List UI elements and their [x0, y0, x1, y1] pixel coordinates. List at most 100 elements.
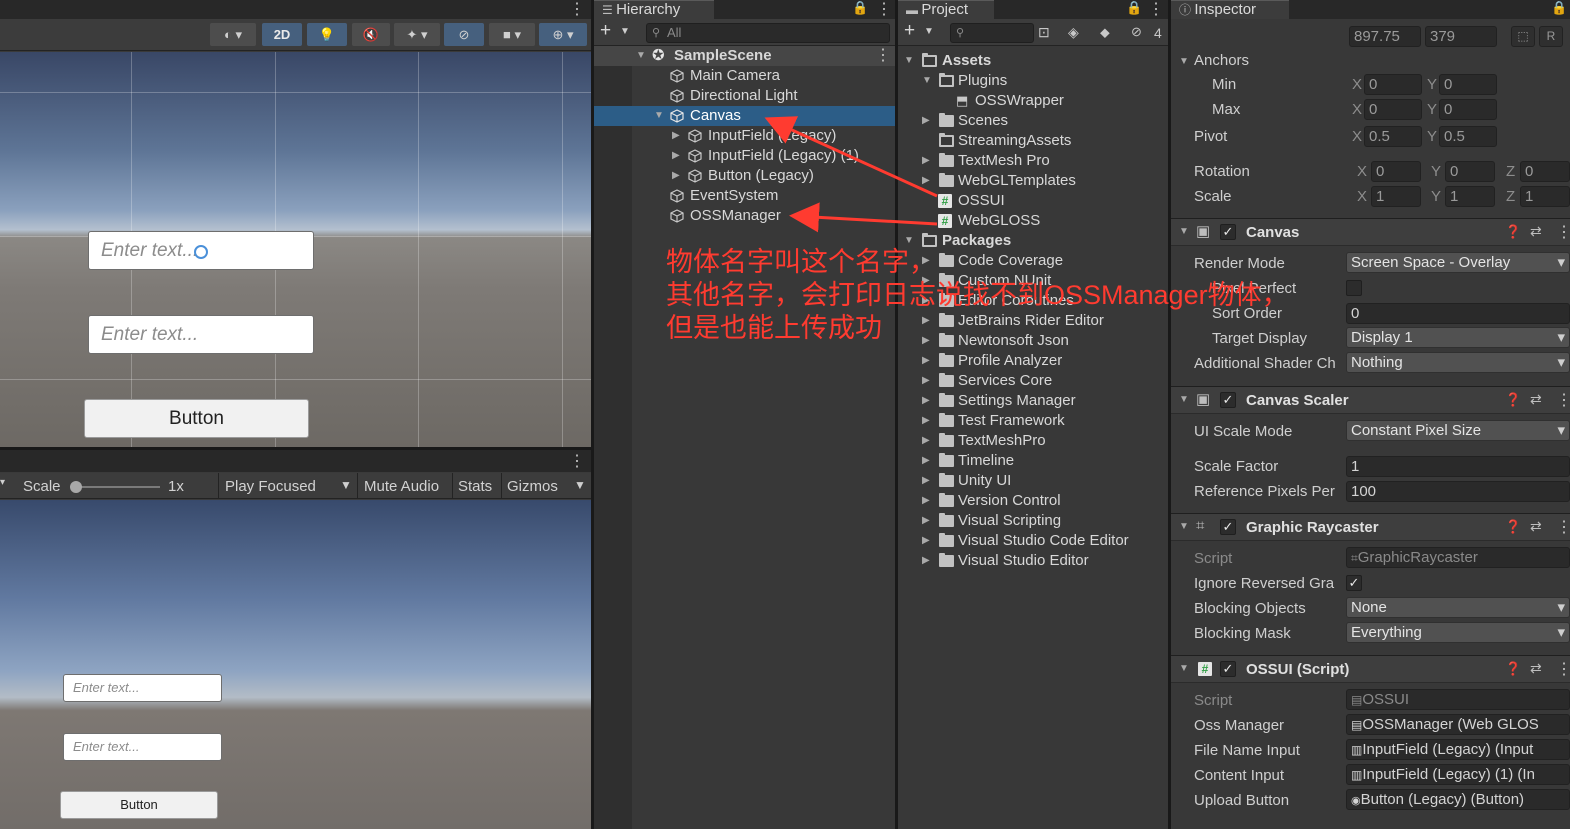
- expand-triangle-icon[interactable]: ▼: [1179, 56, 1189, 67]
- gizmos-toggle-icon[interactable]: ⊕ ▾: [539, 23, 587, 46]
- scale-x-field[interactable]: 1: [1371, 186, 1421, 207]
- hierarchy-search-input[interactable]: ⚲ All: [646, 23, 890, 43]
- enabled-checkbox[interactable]: ✓: [1220, 661, 1236, 677]
- anchor-max-x-field[interactable]: 0: [1364, 99, 1422, 120]
- ui-scale-mode-dropdown[interactable]: Constant Pixel Size: [1346, 420, 1570, 441]
- scale-y-field[interactable]: 1: [1445, 186, 1495, 207]
- tab-project[interactable]: ▬ Project: [898, 0, 994, 19]
- project-package-item[interactable]: ▶ Visual Studio Editor: [898, 551, 1168, 571]
- project-package-item[interactable]: ▶ Settings Manager: [898, 391, 1168, 411]
- audio-toggle-icon[interactable]: 🔇: [352, 23, 390, 46]
- toggle-2d-button[interactable]: 2D: [262, 23, 302, 46]
- project-item-plugins[interactable]: ▼ Plugins: [898, 71, 1168, 91]
- expand-triangle-icon[interactable]: ▼: [1179, 226, 1189, 237]
- collapsed-triangle-icon[interactable]: ▶: [922, 171, 930, 191]
- help-icon[interactable]: ❓: [1505, 224, 1521, 240]
- hierarchy-item-ossmanager[interactable]: OSSManager: [594, 206, 895, 226]
- file-name-input-field[interactable]: ▥InputField (Legacy) (Input: [1346, 739, 1570, 760]
- pivot-y-field[interactable]: 0.5: [1439, 126, 1497, 147]
- expand-triangle-icon[interactable]: ▼: [922, 71, 932, 91]
- collapsed-triangle-icon[interactable]: ▶: [922, 351, 930, 371]
- effects-toggle-icon[interactable]: ✦ ▾: [394, 23, 440, 46]
- hierarchy-item-inputfield[interactable]: ▶ InputField (Legacy): [594, 126, 895, 146]
- blueprint-mode-icon[interactable]: ⬚: [1511, 26, 1535, 47]
- chevron-down-icon[interactable]: ▼: [620, 26, 630, 37]
- chevron-down-icon[interactable]: ▼: [340, 478, 352, 492]
- canvas-scaler-component-header[interactable]: ▼ ▣ ✓ Canvas Scaler ❓ ⇄: [1171, 386, 1570, 414]
- collapsed-triangle-icon[interactable]: ▶: [672, 166, 680, 186]
- hierarchy-panel[interactable]: ☰ Hierarchy 🔒 + ▼ ⚲ All ▼ ✪ SampleScene …: [594, 0, 895, 829]
- game-menu-icon[interactable]: [569, 451, 585, 471]
- expand-triangle-icon[interactable]: ▼: [1179, 521, 1189, 532]
- gizmos-toggle[interactable]: Gizmos: [507, 478, 558, 495]
- search-by-type-icon[interactable]: ⊡: [1038, 24, 1050, 41]
- lock-icon[interactable]: 🔒: [1551, 0, 1567, 16]
- enabled-checkbox[interactable]: ✓: [1220, 224, 1236, 240]
- hierarchy-item-main-camera[interactable]: Main Camera: [594, 66, 895, 86]
- expand-triangle-icon[interactable]: ▼: [1179, 663, 1189, 674]
- scene-view[interactable]: ◐ ▾ 2D 💡 🔇 ✦ ▾ ⊘ ■ ▾ ⊕ ▾ Enter text... E…: [0, 0, 591, 447]
- project-package-item[interactable]: ▶ Profile Analyzer: [898, 351, 1168, 371]
- oss-manager-field[interactable]: ▤OSSManager (Web GLOS: [1346, 714, 1570, 735]
- project-item-webgloss[interactable]: # WebGLOSS: [898, 211, 1168, 231]
- rotation-z-field[interactable]: 0: [1520, 161, 1570, 182]
- component-menu-icon[interactable]: [1556, 390, 1570, 410]
- blocking-objects-dropdown[interactable]: None: [1346, 597, 1570, 618]
- project-package-item[interactable]: ▶ Timeline: [898, 451, 1168, 471]
- play-focused-dropdown[interactable]: Play Focused: [225, 478, 316, 495]
- project-package-item[interactable]: ▶ TextMeshPro: [898, 431, 1168, 451]
- enabled-checkbox[interactable]: ✓: [1220, 392, 1236, 408]
- scale-slider-handle[interactable]: [70, 481, 82, 493]
- project-package-item[interactable]: ▶ Version Control: [898, 491, 1168, 511]
- ossui-component-header[interactable]: ▼ # ✓ OSSUI (Script) ❓ ⇄: [1171, 655, 1570, 683]
- component-menu-icon[interactable]: [1556, 222, 1570, 242]
- project-item-webgltemplates[interactable]: ▶ WebGLTemplates: [898, 171, 1168, 191]
- expand-triangle-icon[interactable]: ▼: [636, 46, 646, 66]
- collapsed-triangle-icon[interactable]: ▶: [922, 151, 930, 171]
- hierarchy-item-eventsystem[interactable]: EventSystem: [594, 186, 895, 206]
- tab-inspector[interactable]: ⓘ Inspector: [1171, 0, 1289, 19]
- content-input-field[interactable]: ▥InputField (Legacy) (1) (In: [1346, 764, 1570, 785]
- collapsed-triangle-icon[interactable]: ▶: [922, 111, 930, 131]
- tab-hierarchy[interactable]: ☰ Hierarchy: [594, 0, 714, 19]
- project-package-item[interactable]: ▶ Test Framework: [898, 411, 1168, 431]
- project-item-ossui[interactable]: # OSSUI: [898, 191, 1168, 211]
- collapsed-triangle-icon[interactable]: ▶: [922, 531, 930, 551]
- expand-triangle-icon[interactable]: ▼: [1179, 394, 1189, 405]
- anchor-max-y-field[interactable]: 0: [1439, 99, 1497, 120]
- hierarchy-item-directional-light[interactable]: Directional Light: [594, 86, 895, 106]
- project-item-scenes[interactable]: ▶ Scenes: [898, 111, 1168, 131]
- mute-audio-toggle[interactable]: Mute Audio: [364, 478, 439, 495]
- collapsed-triangle-icon[interactable]: ▶: [922, 411, 930, 431]
- collapsed-triangle-icon[interactable]: ▶: [922, 431, 930, 451]
- collapsed-triangle-icon[interactable]: ▶: [922, 371, 930, 391]
- height-field[interactable]: 379: [1425, 26, 1497, 47]
- scale-slider-track[interactable]: [72, 486, 160, 488]
- project-package-item[interactable]: ▶ Visual Scripting: [898, 511, 1168, 531]
- game-view[interactable]: ▾ Scale 1x Play Focused ▼ Mute Audio Sta…: [0, 450, 591, 829]
- raw-edit-mode-icon[interactable]: R: [1539, 26, 1563, 47]
- collapsed-triangle-icon[interactable]: ▶: [922, 511, 930, 531]
- help-icon[interactable]: ❓: [1505, 392, 1521, 408]
- collapsed-triangle-icon[interactable]: ▶: [922, 551, 930, 571]
- project-package-item[interactable]: ▶ Visual Studio Code Editor: [898, 531, 1168, 551]
- hidden-packages-icon[interactable]: ⊘: [1131, 24, 1142, 40]
- lock-icon[interactable]: 🔒: [1126, 0, 1142, 16]
- expand-triangle-icon[interactable]: ▼: [904, 51, 914, 71]
- scene-root[interactable]: ▼ ✪ SampleScene: [594, 46, 895, 66]
- create-add-icon[interactable]: +: [600, 20, 611, 42]
- display-dropdown-icon[interactable]: ▾: [0, 477, 5, 488]
- stats-toggle[interactable]: Stats: [458, 478, 492, 495]
- scene-menu-icon[interactable]: [569, 0, 585, 19]
- scene-viewport[interactable]: Enter text... Enter text... Button: [0, 52, 591, 447]
- project-item-streamingassets[interactable]: StreamingAssets: [898, 131, 1168, 151]
- shading-mode-button[interactable]: ◐ ▾: [210, 23, 256, 46]
- ignore-reversed-checkbox[interactable]: ✓: [1346, 575, 1362, 591]
- project-package-item[interactable]: ▶ Unity UI: [898, 471, 1168, 491]
- game-button[interactable]: Button: [60, 791, 218, 819]
- hierarchy-item-canvas[interactable]: ▼ Canvas: [594, 106, 895, 126]
- hierarchy-item-inputfield-1[interactable]: ▶ InputField (Legacy) (1): [594, 146, 895, 166]
- component-menu-icon[interactable]: [1556, 517, 1570, 537]
- chevron-down-icon[interactable]: ▼: [924, 26, 934, 37]
- project-panel[interactable]: ▬ Project 🔒 + ▼ ⚲ ⊡ ◈ ⬥ ⊘ 4 ▼ Assets ▼ P…: [898, 0, 1168, 829]
